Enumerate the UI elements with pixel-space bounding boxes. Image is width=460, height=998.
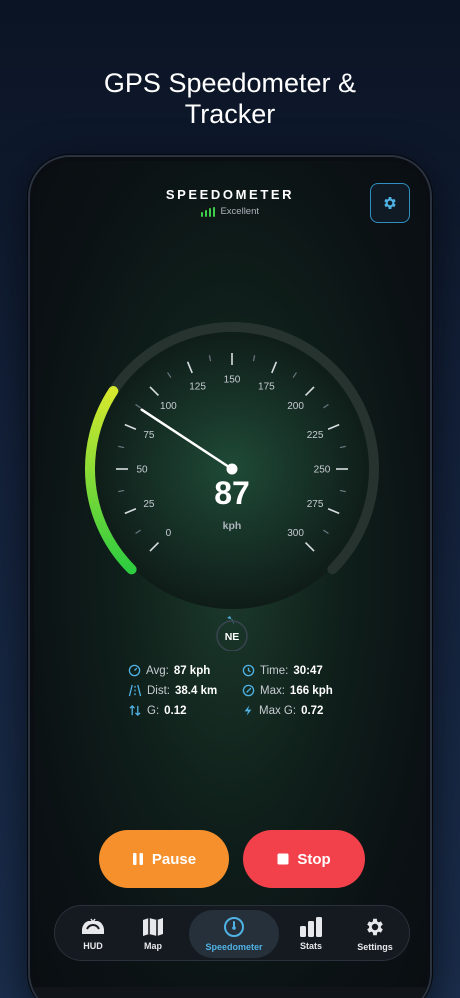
car-icon — [82, 918, 104, 934]
gauge-tick-label: 300 — [287, 528, 304, 539]
tab-speedometer[interactable]: Speedometer — [189, 910, 279, 958]
speed-dial-icon — [128, 664, 141, 677]
pause-label: Pause — [151, 850, 197, 868]
gauge-tick-label: 225 — [307, 430, 324, 441]
phone-frame: SPEEDOMETER Excellent 0 25 50 75 100 125… — [28, 155, 432, 998]
speed-value: 87 — [214, 475, 250, 511]
stat-maxg-label: Max G: — [259, 704, 297, 717]
stat-dist-label: Dist: — [147, 684, 170, 697]
gauge-tick-label: 150 — [224, 375, 241, 386]
promo-headline-line1: GPS Speedometer & — [103, 68, 357, 98]
pause-icon — [132, 853, 143, 865]
gauge-hub — [226, 463, 238, 475]
gauge-tick-label: 125 — [189, 381, 206, 392]
map-icon — [143, 918, 163, 936]
promo-headline: GPS Speedometer & Tracker — [0, 68, 460, 130]
pause-button[interactable]: Pause — [99, 830, 229, 888]
app-screen: SPEEDOMETER Excellent 0 25 50 75 100 125… — [34, 161, 426, 998]
stat-dist: Dist: 38.4 km — [128, 684, 242, 697]
stat-max-value: 166 kph — [289, 684, 333, 697]
stat-max: Max: 166 kph — [242, 684, 368, 697]
tab-stats-label: Stats — [299, 941, 322, 951]
road-icon — [128, 684, 142, 697]
gauge-tick-label: 50 — [136, 465, 148, 476]
stat-g-label: G: — [147, 704, 160, 717]
tab-settings-label: Settings — [357, 942, 393, 952]
compass-heading: NE — [225, 631, 240, 643]
gauge-tick-label: 275 — [307, 499, 324, 510]
trip-stats: Avg: 87 kph Time: 30:47 Dist: 38.4 km Ma… — [128, 664, 368, 717]
timer-icon — [242, 664, 255, 677]
up-down-arrows-icon — [129, 704, 141, 717]
tab-map-label: Map — [144, 941, 162, 951]
stat-max-label: Max: — [260, 684, 285, 697]
gauge-tick-label: 25 — [143, 499, 155, 510]
gauge-tick-label: 175 — [258, 381, 275, 392]
speed-unit: kph — [223, 520, 242, 532]
stat-avg-label: Avg: — [146, 664, 169, 677]
promo-headline-line2: Tracker — [184, 99, 276, 129]
compass: NE — [216, 616, 248, 651]
gauge-tick-label: 100 — [160, 401, 177, 412]
bottom-strip — [34, 987, 426, 998]
gauge-tick-label: 200 — [287, 401, 304, 412]
tab-settings[interactable]: Settings — [345, 906, 405, 962]
gauge-tick-label: 75 — [143, 430, 155, 441]
gauge-tick-label: 0 — [166, 528, 172, 539]
stat-g: G: 0.12 — [128, 704, 242, 717]
stat-avg-value: 87 kph — [173, 664, 211, 677]
stop-label: Stop — [297, 850, 331, 868]
bottom-tab-bar: HUD Map Speedometer Stats Settings — [54, 905, 410, 961]
stat-maxg: Max G: 0.72 — [242, 704, 368, 717]
stop-icon — [277, 853, 289, 865]
gear-icon — [367, 918, 383, 936]
app-title: SPEEDOMETER — [165, 187, 295, 202]
stat-avg: Avg: 87 kph — [128, 664, 242, 677]
speed-gauge: 0 25 50 75 100 125 150 175 200 225 250 275 300 87 kp… — [85, 321, 379, 651]
stat-time-value: 30:47 — [293, 664, 323, 677]
tab-map[interactable]: Map — [125, 906, 181, 962]
stat-g-value: 0.12 — [164, 704, 187, 717]
settings-button[interactable] — [370, 183, 410, 223]
stat-time: Time: 30:47 — [242, 664, 368, 677]
gear-icon — [384, 197, 396, 209]
tab-stats[interactable]: Stats — [283, 906, 339, 962]
gps-signal-status: Excellent — [34, 206, 426, 217]
tab-hud-label: HUD — [83, 941, 103, 951]
stat-time-label: Time: — [260, 664, 289, 677]
speedometer-icon — [224, 917, 244, 937]
stat-dist-value: 38.4 km — [175, 684, 218, 697]
tab-speedometer-label: Speedometer — [205, 942, 263, 952]
stop-button[interactable]: Stop — [243, 830, 365, 888]
tab-hud[interactable]: HUD — [63, 906, 123, 962]
max-speed-icon — [242, 684, 255, 697]
signal-bars-icon — [200, 207, 216, 217]
stat-maxg-value: 0.72 — [301, 704, 324, 717]
bar-chart-icon — [300, 917, 322, 937]
gauge-tick-label: 250 — [314, 465, 331, 476]
lightning-icon — [244, 705, 252, 716]
signal-label: Excellent — [220, 206, 260, 217]
